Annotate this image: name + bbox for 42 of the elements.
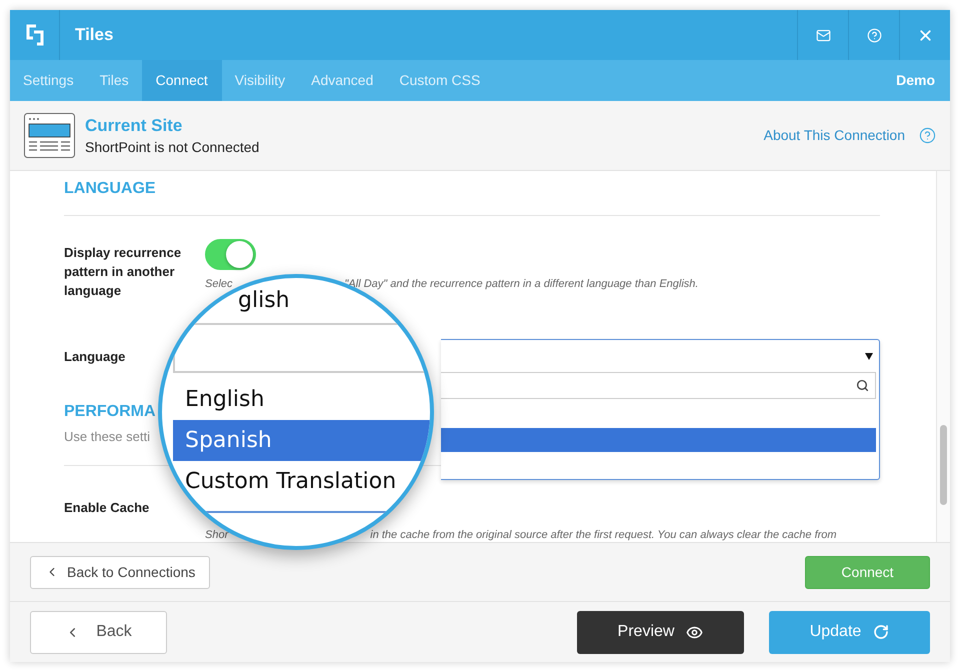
search-icon (856, 379, 869, 392)
back-to-connections-button[interactable]: Back to Connections (30, 556, 210, 588)
toggle-knob (226, 241, 253, 268)
hint-text: Shor (205, 529, 228, 542)
back-button[interactable]: Back (30, 610, 167, 654)
search-field[interactable] (441, 372, 876, 399)
section-heading: PERFORMA (64, 402, 156, 422)
refresh-icon (873, 624, 890, 640)
webpage-icon (24, 113, 75, 158)
hint-text: "All Day" and the recurrence pattern in a different language than English. (344, 277, 698, 292)
toggle-label: Display recurrence pattern in another language (64, 244, 182, 300)
section-heading: LANGUAGE (64, 179, 157, 199)
magnified-option[interactable]: Custom Translation (173, 461, 430, 502)
tab[interactable]: Connect (142, 60, 222, 101)
update-button[interactable]: Update (769, 610, 930, 654)
tab[interactable]: Tiles (86, 60, 142, 101)
toggle-switch[interactable] (205, 239, 256, 270)
field-label: Enable Cache (64, 498, 150, 516)
section-description: Use these setti (64, 428, 151, 446)
tab[interactable]: Settings (10, 60, 87, 101)
preview-button[interactable]: Preview (577, 610, 744, 654)
cut-option-text: glish (238, 288, 290, 314)
language-dropdown[interactable] (441, 339, 880, 480)
mail-icon (816, 28, 830, 42)
mode-label: Demo (896, 71, 935, 90)
hint-text: in the cache from the original source after the first request. You can always clear the cache from (370, 529, 837, 542)
magnified-option[interactable]: English (173, 379, 430, 420)
logo-icon (26, 24, 44, 46)
field-label: Language (64, 348, 126, 366)
about-connection-link[interactable]: About This Connection (764, 125, 905, 146)
help-icon[interactable] (919, 127, 936, 144)
site-title: Current Site (85, 114, 184, 136)
connection-status: ShortPoint is not Connected (85, 138, 260, 156)
help-icon (866, 28, 882, 42)
tab[interactable]: Visibility (222, 60, 298, 101)
caret-icon (865, 352, 873, 360)
tab[interactable]: Custom CSS (386, 60, 494, 101)
hint-text: Selec (205, 277, 233, 292)
window-title: Tiles (75, 24, 114, 46)
magnified-option[interactable]: Spanish (173, 420, 430, 461)
connect-button[interactable]: Connect (805, 556, 930, 588)
tab[interactable]: Advanced (298, 60, 386, 101)
